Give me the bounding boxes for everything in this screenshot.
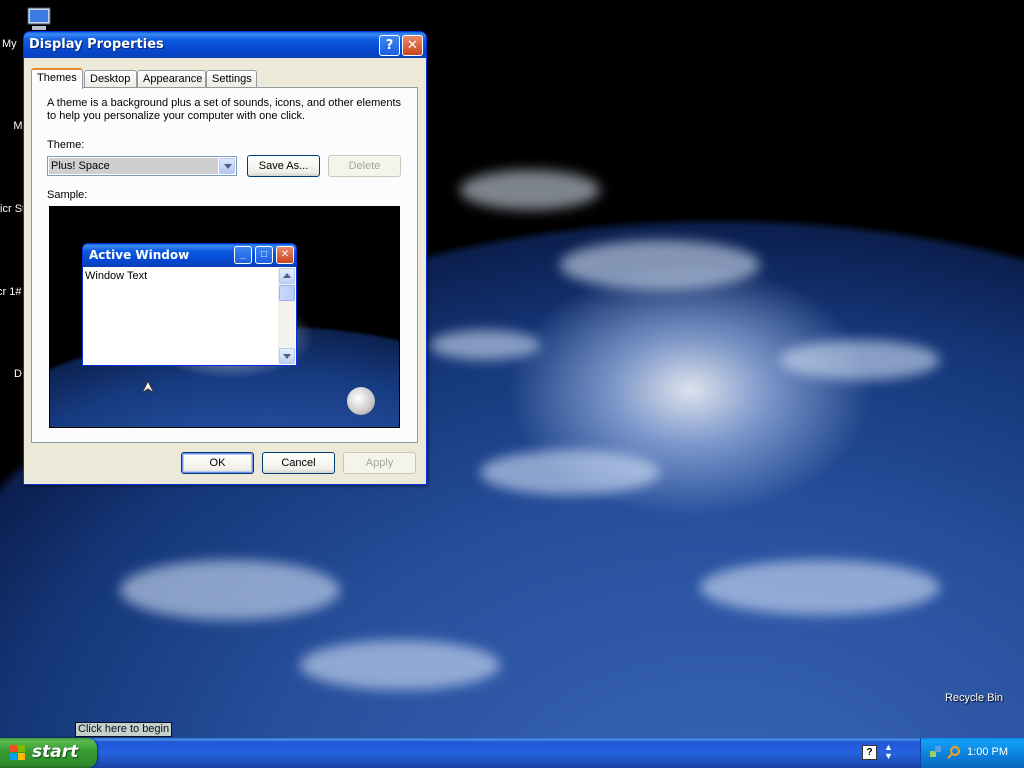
cancel-button[interactable]: Cancel bbox=[262, 452, 335, 474]
window-title: Display Properties bbox=[29, 37, 164, 52]
search-icon[interactable] bbox=[947, 745, 961, 759]
cloud bbox=[480, 450, 660, 495]
maximize-icon: □ bbox=[255, 246, 273, 264]
start-button[interactable]: start bbox=[0, 738, 97, 768]
tray-chevron-icon[interactable]: ▲ ▼ bbox=[884, 743, 893, 761]
taskbar: start ? ▲ ▼ 1:00 PM bbox=[0, 738, 1024, 768]
ok-button[interactable]: OK bbox=[181, 452, 254, 474]
tab-themes[interactable]: Themes bbox=[31, 68, 83, 89]
scroll-up-icon bbox=[279, 268, 295, 284]
cloud bbox=[300, 640, 500, 690]
save-as-button[interactable]: Save As... bbox=[247, 155, 320, 177]
network-icon[interactable] bbox=[929, 745, 943, 759]
minimize-icon: _ bbox=[234, 246, 252, 264]
theme-label: Theme: bbox=[47, 139, 85, 151]
apply-button[interactable]: Apply bbox=[343, 452, 416, 474]
sample-titlebar: Active Window _ □ ✕ bbox=[83, 244, 296, 267]
scroll-thumb bbox=[279, 285, 295, 301]
start-label: start bbox=[32, 742, 79, 762]
cloud bbox=[700, 560, 940, 615]
help-tray-icon[interactable]: ? bbox=[862, 745, 877, 760]
help-icon: ? bbox=[385, 38, 394, 53]
cloud bbox=[560, 240, 760, 290]
theme-dropdown-value: Plus! Space bbox=[49, 158, 218, 174]
window-titlebar[interactable]: Display Properties ? ✕ bbox=[24, 32, 426, 58]
cloud bbox=[780, 340, 940, 380]
close-button[interactable]: ✕ bbox=[402, 35, 423, 56]
theme-dropdown[interactable]: Plus! Space bbox=[47, 156, 237, 176]
tab-appearance[interactable]: Appearance bbox=[137, 70, 206, 87]
sample-label: Sample: bbox=[47, 189, 88, 201]
help-button[interactable]: ? bbox=[379, 35, 400, 56]
sample-window-title: Active Window bbox=[89, 248, 190, 262]
delete-button[interactable]: Delete bbox=[328, 155, 401, 177]
windows-logo-icon bbox=[10, 745, 26, 761]
recycle-bin-icon bbox=[958, 658, 990, 690]
sample-scrollbar bbox=[278, 268, 295, 364]
tab-desktop[interactable]: Desktop bbox=[84, 70, 137, 87]
shuttle-icon bbox=[138, 377, 158, 400]
sample-active-window: Active Window _ □ ✕ Window Text bbox=[82, 243, 297, 366]
theme-sample-preview: Active Window _ □ ✕ Window Text bbox=[49, 206, 400, 428]
theme-description: A theme is a background plus a set of so… bbox=[47, 97, 402, 122]
desktop-icon-label: Recycle Bin bbox=[944, 692, 1004, 704]
close-icon: ✕ bbox=[276, 246, 294, 264]
themes-panel: A theme is a background plus a set of so… bbox=[31, 87, 418, 443]
desktop-icon-recycle-bin[interactable]: Recycle Bin bbox=[934, 658, 1014, 704]
cloud bbox=[460, 170, 600, 210]
desktop: My M Micr St Micr 1# 2 D Recycle Bin Dis… bbox=[0, 0, 1024, 738]
cloud bbox=[430, 330, 540, 360]
cloud bbox=[120, 560, 340, 620]
clock[interactable]: 1:00 PM bbox=[967, 746, 1008, 758]
system-tray: 1:00 PM bbox=[920, 738, 1024, 768]
chevron-down-icon[interactable] bbox=[219, 158, 235, 174]
start-tooltip: Click here to begin bbox=[75, 722, 173, 737]
scroll-down-icon bbox=[279, 348, 295, 364]
tab-settings[interactable]: Settings bbox=[206, 70, 257, 87]
close-icon: ✕ bbox=[407, 38, 418, 53]
sample-window-text: Window Text bbox=[85, 270, 148, 282]
display-properties-window: Display Properties ? ✕ Themes Desktop Ap… bbox=[23, 31, 427, 485]
moon-icon bbox=[347, 387, 375, 415]
